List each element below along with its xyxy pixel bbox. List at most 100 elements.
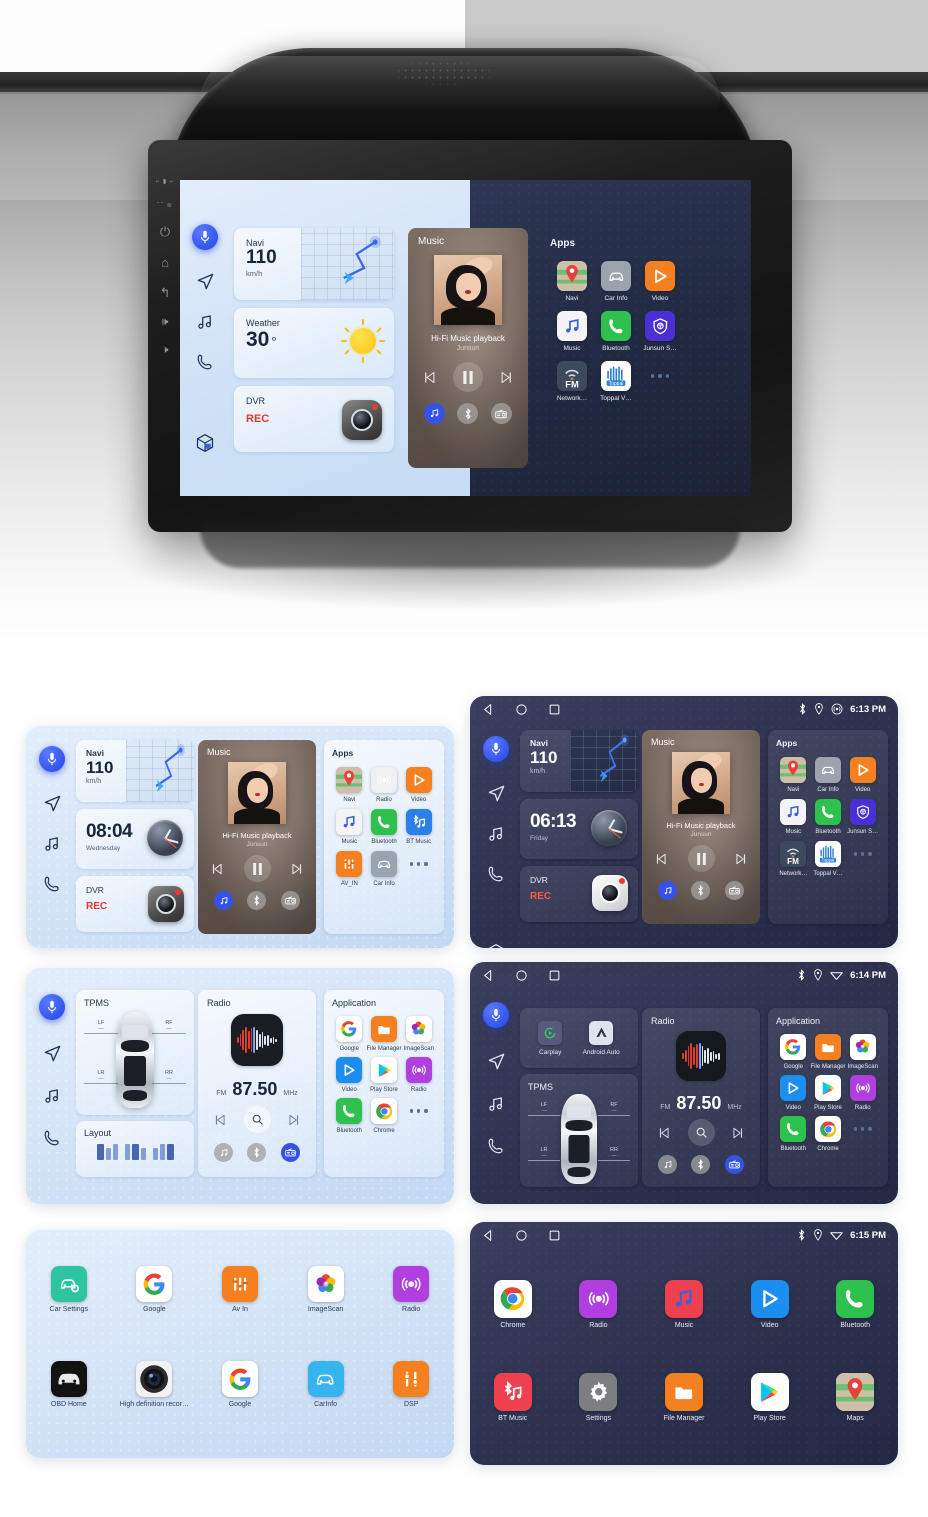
more-dots-icon[interactable] xyxy=(850,1116,876,1142)
source-local-music[interactable] xyxy=(424,403,446,424)
app-file-manager[interactable]: File Manager xyxy=(810,1034,846,1070)
sidebar-item-voice-assistant[interactable] xyxy=(39,994,65,1020)
widget-projection[interactable]: Carplay Android Auto xyxy=(520,1008,638,1068)
next-track-icon[interactable] xyxy=(499,370,514,385)
back-triangle-icon[interactable] xyxy=(482,703,495,716)
widget-dvr[interactable]: DVR REC xyxy=(76,876,194,932)
widget-clock[interactable]: 08:04 Wednesday xyxy=(76,809,194,869)
app-video[interactable]: Video xyxy=(845,757,880,793)
prev-track-icon[interactable] xyxy=(654,852,668,866)
app-dsp[interactable]: DSP xyxy=(368,1361,454,1408)
app-junsun-s[interactable]: Junsun S… xyxy=(638,311,682,352)
app-navi[interactable]: Navi xyxy=(332,767,367,803)
app-video[interactable]: Video xyxy=(776,1075,810,1111)
app-chrome[interactable]: Chrome xyxy=(810,1116,845,1152)
app-radio[interactable]: Radio xyxy=(367,767,402,803)
sidebar-item-music[interactable] xyxy=(487,825,505,843)
source-bluetooth[interactable] xyxy=(691,881,711,900)
source-local-music[interactable] xyxy=(214,891,234,910)
app-radio[interactable]: Radio xyxy=(556,1280,642,1329)
status-bar[interactable]: 6:15 PM xyxy=(470,1222,898,1248)
home-button[interactable]: ⌂ xyxy=(161,255,169,270)
app-carinfo[interactable]: CarInfo xyxy=(283,1361,369,1408)
prev-track-icon[interactable] xyxy=(422,370,437,385)
widget-tpms[interactable]: TPMS LF — RF — LR — RR — xyxy=(76,990,194,1115)
more-dots-icon[interactable] xyxy=(406,851,432,877)
recents-square-icon[interactable] xyxy=(548,703,561,716)
widget-music[interactable]: Music Hi-Fi Music playback Junsun xyxy=(408,228,528,468)
bezel-button-column[interactable]: ⌐ ▮ ⌐ ⌒ ≋ ⏻ ⌂ ↰ 🕪 🕨 xyxy=(150,170,180,500)
app-obd-home[interactable]: OBD Home xyxy=(26,1361,112,1408)
sidebar-item-apps[interactable] xyxy=(486,943,506,948)
source-radio[interactable] xyxy=(280,891,300,910)
prev-icon[interactable] xyxy=(213,1113,227,1127)
app-bt-music[interactable]: BT Music xyxy=(470,1373,556,1422)
app-car-info[interactable]: Car Info xyxy=(594,261,638,302)
app-toppal-v[interactable]: Toppal Toppal V… xyxy=(811,841,846,877)
sidebar-item-navigation[interactable] xyxy=(43,1044,62,1063)
back-button[interactable]: ↰ xyxy=(160,285,171,301)
sidebar-item-music[interactable] xyxy=(196,313,214,331)
source-local-music[interactable] xyxy=(214,1143,234,1162)
app-toppal-v[interactable]: Toppal Toppal V… xyxy=(594,361,638,402)
status-bar[interactable]: 6:13 PM xyxy=(470,696,898,722)
app-google[interactable]: Google xyxy=(197,1361,283,1408)
app-more[interactable] xyxy=(638,361,682,402)
app-imagescan[interactable]: ImageScan xyxy=(283,1266,369,1313)
source-bluetooth[interactable] xyxy=(457,403,479,424)
source-bluetooth[interactable] xyxy=(247,891,267,910)
widget-layout[interactable]: Layout xyxy=(76,1121,194,1177)
app-bluetooth[interactable]: Bluetooth xyxy=(594,311,638,352)
app-radio[interactable]: Radio xyxy=(846,1075,881,1111)
widget-dvr[interactable]: DVR REC xyxy=(234,386,394,452)
more-dots-icon[interactable] xyxy=(850,841,876,867)
app-car-info[interactable]: Car Info xyxy=(367,851,402,887)
layout-option[interactable] xyxy=(152,1144,174,1160)
app-video[interactable]: Video xyxy=(727,1280,813,1329)
widget-weather[interactable]: Weather 30 ° xyxy=(234,308,394,378)
sidebar-item-navigation[interactable] xyxy=(43,794,62,813)
app-music[interactable]: Music xyxy=(550,311,594,352)
app-av-in[interactable]: Av In xyxy=(197,1266,283,1313)
sidebar-item-navigation[interactable] xyxy=(487,784,506,803)
pause-button[interactable] xyxy=(243,855,271,882)
screen-sidebar[interactable] xyxy=(188,224,222,453)
source-radio[interactable] xyxy=(490,403,512,424)
source-local-music[interactable] xyxy=(658,1155,678,1174)
widget-navi[interactable]: Navi 110 km/h xyxy=(234,228,394,300)
sidebar-item-phone[interactable] xyxy=(43,1129,61,1147)
sidebar-item-music[interactable] xyxy=(43,1087,61,1105)
card-drawer-dark[interactable]: 6:15 PM Chrome Radio Music Video Bluetoo… xyxy=(470,1222,898,1465)
widget-radio[interactable]: Radio FM 87.50 MHz xyxy=(642,1008,760,1187)
card3-sidebar[interactable] xyxy=(35,994,69,1204)
app-file-manager[interactable]: File Manager xyxy=(366,1016,402,1052)
app-more[interactable] xyxy=(845,841,880,877)
recents-square-icon[interactable] xyxy=(548,1229,561,1242)
sidebar-item-voice-assistant[interactable] xyxy=(483,736,509,762)
more-dots-icon[interactable] xyxy=(645,361,675,391)
sidebar-item-voice-assistant[interactable] xyxy=(483,1002,509,1028)
app-carplay[interactable]: Carplay xyxy=(538,1020,563,1056)
next-icon[interactable] xyxy=(287,1113,301,1127)
sidebar-item-navigation[interactable] xyxy=(196,272,215,291)
app-video[interactable]: Video xyxy=(332,1057,366,1093)
sidebar-item-voice-assistant[interactable] xyxy=(39,746,65,772)
prev-track-icon[interactable] xyxy=(210,862,224,876)
power-button[interactable]: ⏻ xyxy=(160,224,170,240)
card-tpms-light[interactable]: TPMS LF — RF — LR — RR — Layout Radio FM… xyxy=(26,968,454,1204)
card2-sidebar[interactable] xyxy=(479,736,513,948)
status-bar[interactable]: 6:14 PM xyxy=(470,962,898,988)
widget-radio[interactable]: Radio FM 87.50 MHz xyxy=(198,990,316,1177)
sidebar-item-phone[interactable] xyxy=(487,1137,505,1155)
app-radio[interactable]: Radio xyxy=(368,1266,454,1313)
app-video[interactable]: Video xyxy=(401,767,436,803)
app-imagescan[interactable]: ImageScan xyxy=(846,1034,881,1070)
widget-navi[interactable]: Navi 110 km/h xyxy=(520,730,638,792)
app-file-manager[interactable]: File Manager xyxy=(641,1373,727,1422)
next-icon[interactable] xyxy=(731,1126,745,1140)
sidebar-item-navigation[interactable] xyxy=(487,1052,506,1071)
app-car-settings[interactable]: Car Settings xyxy=(26,1266,112,1313)
card1-sidebar[interactable] xyxy=(35,746,69,948)
widget-dvr[interactable]: DVR REC xyxy=(520,866,638,922)
pause-button[interactable] xyxy=(687,845,715,872)
